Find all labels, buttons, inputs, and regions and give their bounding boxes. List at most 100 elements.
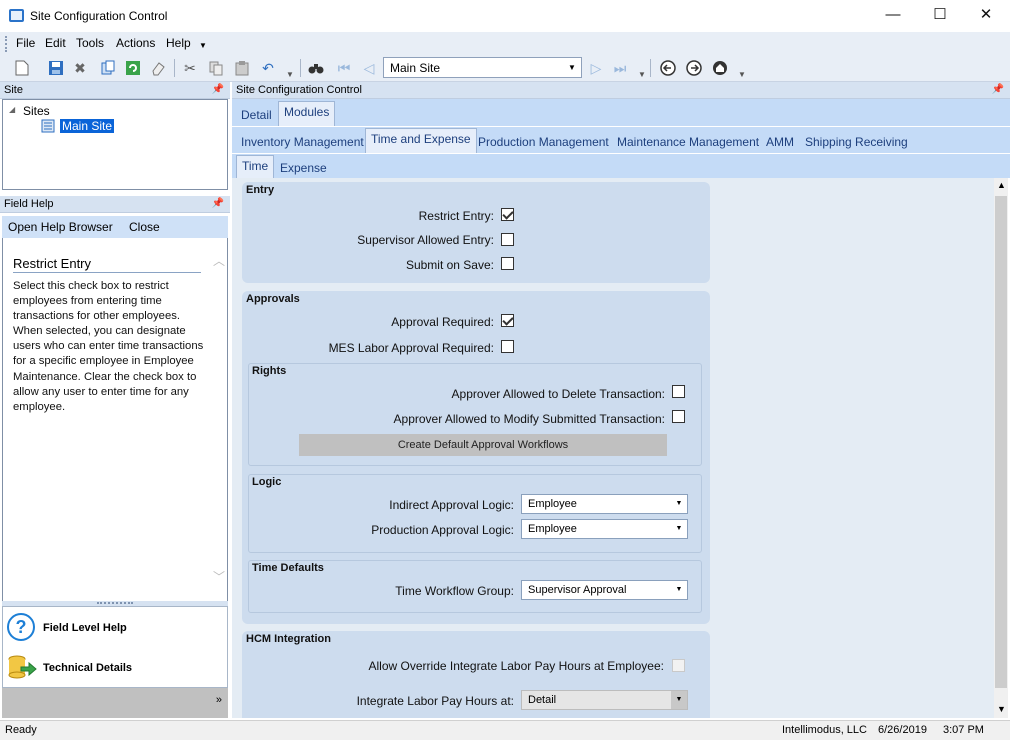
tab-modules[interactable]: Modules — [278, 101, 336, 126]
tab-time-and-expense[interactable]: Time and Expense — [365, 128, 477, 154]
expand-chevron-icon[interactable]: » — [216, 694, 222, 706]
tab-row-1: Detail Modules — [232, 99, 1010, 126]
approvals-group-title: Approvals — [246, 293, 300, 305]
tab-time[interactable]: Time — [236, 155, 275, 179]
new-icon[interactable] — [12, 58, 32, 78]
submit-on-save-label: Submit on Save: — [405, 258, 494, 272]
title-bar: Site Configuration Control — ☐ ✕ — [0, 0, 1010, 32]
supervisor-allowed-entry-checkbox[interactable] — [501, 233, 514, 246]
nav-dropdown-icon[interactable]: ▼ — [632, 64, 652, 84]
approval-required-label: Approval Required: — [391, 315, 494, 329]
chevron-down-icon[interactable]: ▼ — [671, 691, 687, 709]
site-select[interactable]: Main Site ▼ — [383, 57, 582, 78]
menu-help[interactable]: Help — [166, 36, 191, 50]
approval-required-checkbox[interactable] — [501, 314, 514, 327]
home-icon[interactable] — [710, 58, 730, 78]
create-default-workflows-button[interactable]: Create Default Approval Workflows — [299, 434, 667, 456]
search-binoculars-icon[interactable] — [306, 58, 326, 78]
status-company: Intellimodus, LLC — [782, 724, 867, 736]
mes-labor-approval-checkbox[interactable] — [501, 340, 514, 353]
tree-root-sites[interactable]: Sites — [23, 104, 50, 118]
tab-shipping-receiving[interactable]: Shipping Receiving — [805, 135, 908, 149]
field-level-help-link[interactable]: Field Level Help — [43, 622, 127, 634]
help-topic-text: Select this check box to restrict employ… — [13, 280, 204, 413]
forward-icon[interactable] — [684, 58, 704, 78]
workflow-group-label: Time Workflow Group: — [395, 584, 514, 598]
menu-file[interactable]: File — [16, 36, 35, 50]
restrict-entry-checkbox[interactable] — [501, 208, 514, 221]
pin-icon[interactable]: 📌 — [212, 198, 224, 209]
menu-overflow-icon[interactable]: ▼ — [199, 41, 207, 50]
close-help-button[interactable]: Close — [129, 220, 160, 234]
menu-edit[interactable]: Edit — [45, 36, 66, 50]
undo-dropdown-icon[interactable]: ▼ — [280, 64, 300, 84]
tab-detail[interactable]: Detail — [241, 108, 272, 122]
menu-tools[interactable]: Tools — [76, 36, 104, 50]
undo-icon[interactable]: ↶ — [258, 58, 278, 78]
scroll-up-icon[interactable]: ▲ — [997, 180, 1006, 190]
minimize-button[interactable]: — — [870, 0, 916, 30]
tree-item-main-site[interactable]: Main Site — [60, 119, 115, 133]
technical-details-link[interactable]: Technical Details — [43, 662, 132, 674]
integrate-at-select[interactable]: Detail ▼ — [521, 690, 688, 710]
help-nav-footer: » — [2, 688, 228, 718]
field-help-header: Field Help 📌 — [0, 196, 230, 213]
workflow-group-select[interactable]: Supervisor Approval ▼ — [521, 580, 688, 600]
tab-amm[interactable]: AMM — [766, 135, 794, 149]
scroll-up-icon[interactable]: ︿ — [213, 252, 225, 269]
logic-group-title: Logic — [252, 476, 282, 488]
menu-bar: File Edit Tools Actions Help ▼ — [0, 32, 1010, 54]
tab-production-management[interactable]: Production Management — [478, 135, 609, 149]
menu-grip — [5, 36, 8, 52]
tab-inventory-management[interactable]: Inventory Management — [241, 135, 364, 149]
previous-record-icon[interactable]: ◁ — [359, 58, 379, 78]
indirect-logic-select[interactable]: Employee ▼ — [521, 494, 688, 514]
save-icon[interactable] — [46, 58, 66, 78]
tab-expense[interactable]: Expense — [280, 161, 327, 175]
field-help-title: Field Help — [4, 198, 54, 210]
back-icon[interactable] — [658, 58, 678, 78]
approver-delete-checkbox[interactable] — [672, 385, 685, 398]
first-record-icon[interactable]: ⏮ — [334, 58, 354, 78]
close-window-button[interactable]: ✕ — [963, 0, 1009, 30]
open-help-browser-button[interactable]: Open Help Browser — [8, 220, 113, 234]
tab-maintenance-management[interactable]: Maintenance Management — [617, 135, 759, 149]
scroll-thumb[interactable] — [995, 196, 1007, 688]
chevron-down-icon[interactable]: ▼ — [671, 581, 687, 599]
eraser-icon[interactable] — [148, 58, 168, 78]
pin-icon[interactable]: 📌 — [992, 84, 1004, 95]
copy-icon[interactable] — [98, 58, 118, 78]
restrict-entry-label: Restrict Entry: — [418, 209, 494, 223]
approver-modify-checkbox[interactable] — [672, 410, 685, 423]
tab-row-3: Time Expense — [232, 153, 1010, 179]
menu-actions[interactable]: Actions — [116, 36, 155, 50]
chevron-down-icon[interactable]: ▼ — [671, 495, 687, 513]
delete-icon[interactable]: ✖ — [70, 58, 90, 78]
pin-icon[interactable]: 📌 — [212, 84, 224, 95]
submit-on-save-checkbox[interactable] — [501, 257, 514, 270]
scroll-down-icon[interactable]: ﹀ — [213, 568, 225, 585]
allow-override-checkbox[interactable] — [672, 659, 685, 672]
vertical-scrollbar[interactable]: ▲ ▼ — [994, 178, 1008, 718]
last-record-icon[interactable]: ⏭ — [610, 58, 630, 78]
maximize-button[interactable]: ☐ — [917, 0, 963, 30]
indirect-logic-label: Indirect Approval Logic: — [389, 498, 514, 512]
chevron-down-icon[interactable]: ▼ — [671, 520, 687, 538]
cut-icon[interactable]: ✂ — [180, 58, 200, 78]
integrate-at-value: Detail — [528, 694, 557, 706]
help-navigation: ? Field Level Help Technical Details — [2, 606, 228, 688]
refresh-icon[interactable] — [123, 58, 143, 78]
next-record-icon[interactable]: ▷ — [586, 58, 606, 78]
help-topic-title: Restrict Entry — [13, 256, 201, 273]
site-pane-title: Site — [4, 84, 23, 96]
entry-group-title: Entry — [246, 184, 275, 196]
paste-copy-icon[interactable] — [206, 58, 226, 78]
toolbar-overflow-icon[interactable]: ▼ — [732, 64, 752, 84]
paste-icon[interactable] — [232, 58, 252, 78]
chevron-down-icon[interactable]: ▼ — [565, 60, 579, 75]
window-title: Site Configuration Control — [30, 9, 168, 23]
hcm-integration-title: HCM Integration — [246, 633, 331, 645]
production-logic-select[interactable]: Employee ▼ — [521, 519, 688, 539]
scroll-down-icon[interactable]: ▼ — [997, 704, 1006, 714]
tree-expand-icon[interactable]: ◢ — [9, 105, 15, 114]
